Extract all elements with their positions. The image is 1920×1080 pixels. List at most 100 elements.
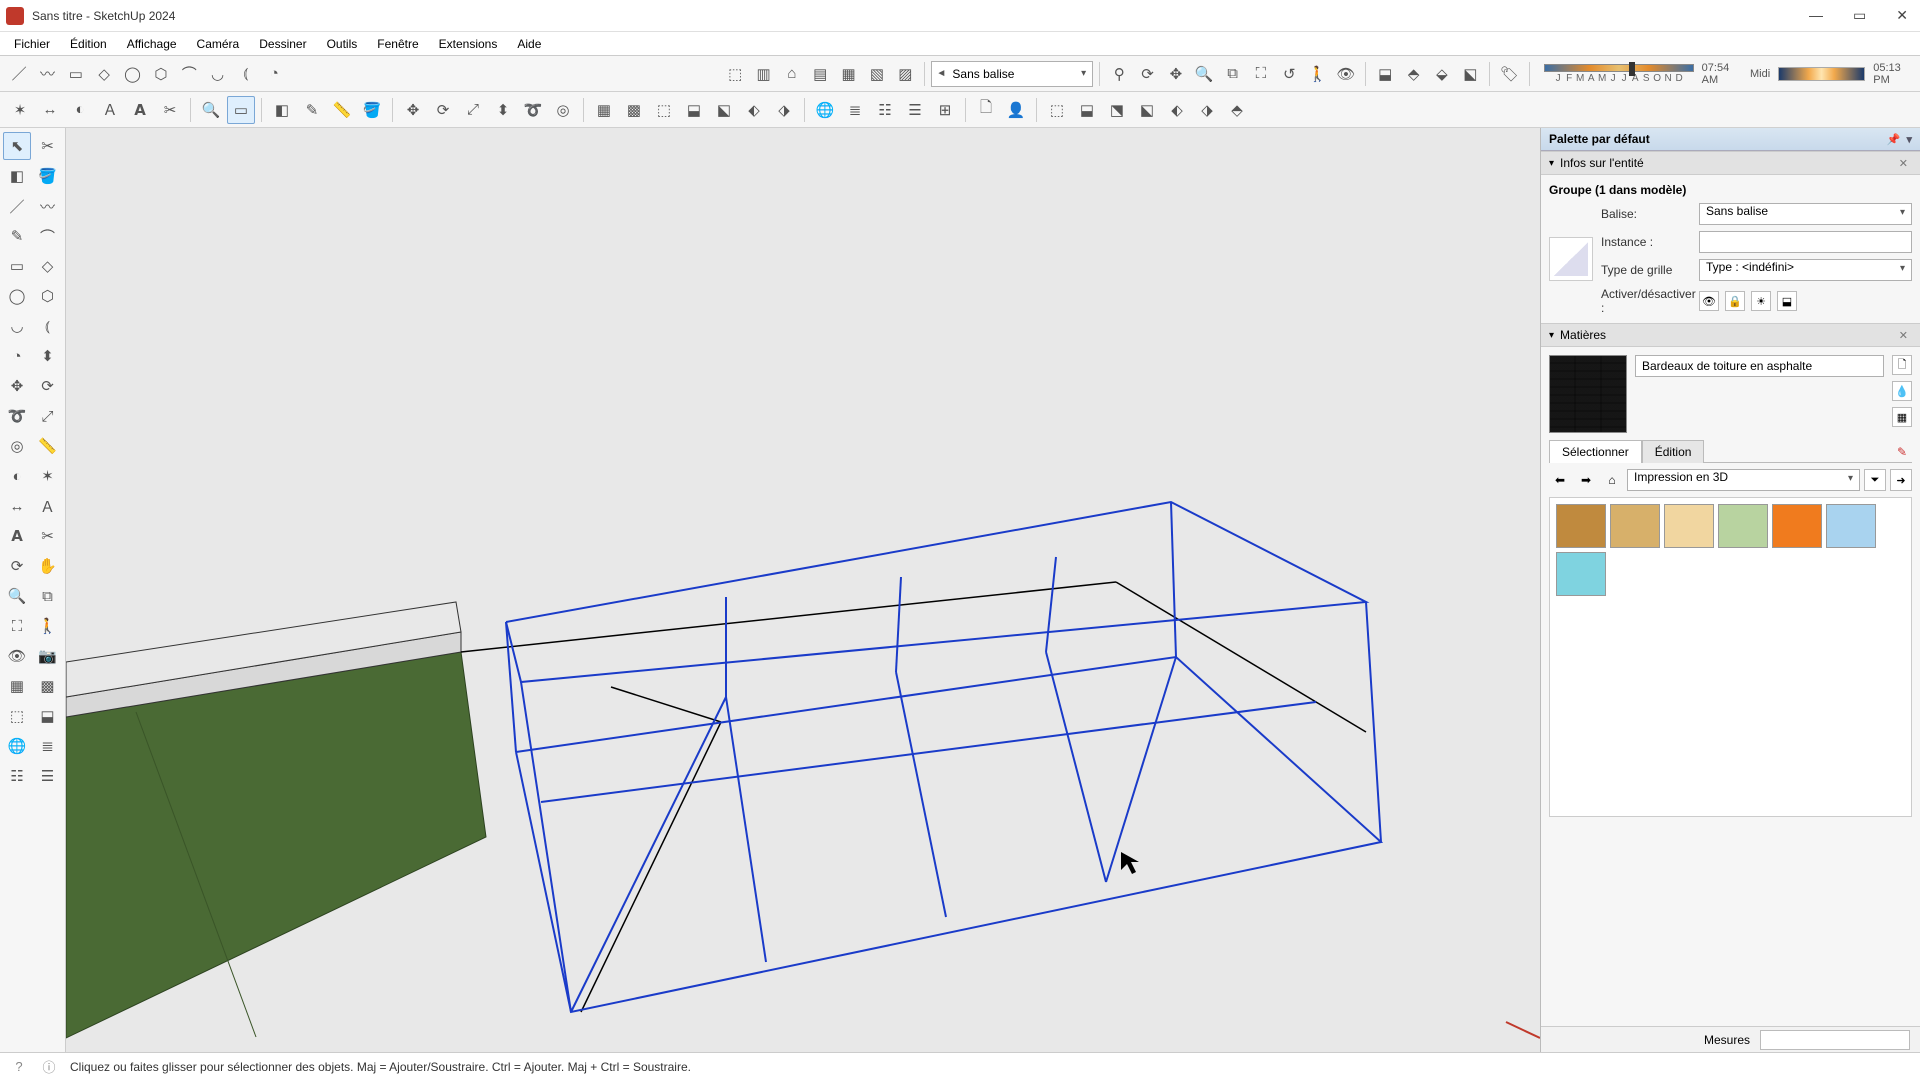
mat-nav-fwd-icon[interactable]: ➡ <box>1575 469 1597 491</box>
union-icon[interactable]: ⬙ <box>1429 60 1455 88</box>
sand1-icon[interactable]: ▦ <box>3 672 31 700</box>
pencil-tool-icon[interactable]: ✎ <box>298 96 326 124</box>
text-tool-icon[interactable]: Ａ <box>96 96 124 124</box>
ext2-icon[interactable]: ⬓ <box>1073 96 1101 124</box>
tray-title[interactable]: Palette par défaut 📌 ▾ <box>1541 128 1920 151</box>
swatch-7[interactable] <box>1556 552 1606 596</box>
scale-icon[interactable]: ⤢ <box>34 402 62 430</box>
prev-view-icon[interactable]: ↺ <box>1276 60 1302 88</box>
orbit-icon[interactable]: ⟳ <box>1134 60 1160 88</box>
layers-icon4[interactable]: ☰ <box>34 762 62 790</box>
layers4-icon[interactable]: ⊞ <box>931 96 959 124</box>
arc3-icon[interactable]: ⦅ <box>34 312 62 340</box>
sand2-icon[interactable]: ▩ <box>34 672 62 700</box>
sand4-icon[interactable]: ⬓ <box>34 702 62 730</box>
menu-outils[interactable]: Outils <box>317 35 368 53</box>
arc2-icon[interactable]: ◡ <box>3 312 31 340</box>
pushpull-icon[interactable]: ⬍ <box>34 342 62 370</box>
sandbox1-icon[interactable]: ▦ <box>590 96 618 124</box>
section-tool-icon[interactable]: ✂ <box>156 96 184 124</box>
pie-tool-icon[interactable]: ◔ <box>261 60 287 88</box>
search-icon[interactable]: 🔍 <box>197 96 225 124</box>
toggle-shadow-icon[interactable]: ☀ <box>1751 291 1771 311</box>
layers3-icon[interactable]: ☰ <box>901 96 929 124</box>
menu-fichier[interactable]: Fichier <box>4 35 60 53</box>
solid6-icon[interactable]: ▧ <box>864 60 890 88</box>
rectangle-tool-icon[interactable]: ▭ <box>63 60 89 88</box>
protractor-tool-icon[interactable]: ◐ <box>66 96 94 124</box>
mat-lib-menu-icon[interactable]: ⏷ <box>1864 469 1886 491</box>
user-icon[interactable]: 👤 <box>1002 96 1030 124</box>
walk-icon2[interactable]: 🚶 <box>34 612 62 640</box>
sandbox6-icon[interactable]: ⬖ <box>740 96 768 124</box>
materials-header[interactable]: ▾ Matières ✕ <box>1541 323 1920 347</box>
sandbox3-icon[interactable]: ⬚ <box>650 96 678 124</box>
tray-menu-icon[interactable]: ▾ <box>1906 133 1912 146</box>
rotrect-icon[interactable]: ◇ <box>34 252 62 280</box>
time-slider[interactable] <box>1778 67 1865 81</box>
rotated-rect-tool-icon[interactable]: ◇ <box>91 60 117 88</box>
sandbox5-icon[interactable]: ⬕ <box>710 96 738 124</box>
toggle-lock-icon[interactable]: 🔒 <box>1725 291 1745 311</box>
swatch-5[interactable] <box>1772 504 1822 548</box>
sand3-icon[interactable]: ⬚ <box>3 702 31 730</box>
select-tool-icon[interactable]: ▭ <box>227 96 255 124</box>
layers-icon2[interactable]: ≣ <box>34 732 62 760</box>
ext1-icon[interactable]: ⬚ <box>1043 96 1071 124</box>
dimension-tool-icon[interactable]: ↔ <box>36 96 64 124</box>
swatch-3[interactable] <box>1664 504 1714 548</box>
layers-icon[interactable]: ≣ <box>841 96 869 124</box>
instance-input[interactable] <box>1699 231 1912 253</box>
entity-info-close[interactable]: ✕ <box>1895 157 1912 170</box>
3dtext-icon[interactable]: 𝗔 <box>3 522 31 550</box>
circle-tool-icon[interactable]: ◯ <box>119 60 145 88</box>
zoom-icon[interactable]: 🔍 <box>1191 60 1217 88</box>
pan-icon[interactable]: ✥ <box>1163 60 1189 88</box>
arc-tool-icon[interactable]: ⌒ <box>176 60 202 88</box>
rotate-tool-icon[interactable]: ⟳ <box>429 96 457 124</box>
mat-lib-send-icon[interactable]: ➜ <box>1890 469 1912 491</box>
menu-dessiner[interactable]: Dessiner <box>249 35 316 53</box>
layers2-icon[interactable]: ☷ <box>871 96 899 124</box>
position-camera-icon[interactable]: ⚲ <box>1106 60 1132 88</box>
arc-icon[interactable]: ⌒ <box>34 222 62 250</box>
rect-icon[interactable]: ▭ <box>3 252 31 280</box>
mat-nav-home-icon[interactable]: ⌂ <box>1601 469 1623 491</box>
tape-tool-icon[interactable]: 📏 <box>328 96 356 124</box>
toggle-cast-icon[interactable]: ⬓ <box>1777 291 1797 311</box>
tag-tool-icon[interactable]: 🏷 <box>1496 60 1522 88</box>
zoom-extents-icon[interactable]: ⛶ <box>1248 60 1274 88</box>
geo-icon[interactable]: 🌐 <box>811 96 839 124</box>
swatch-6[interactable] <box>1826 504 1876 548</box>
materials-tab-select[interactable]: Sélectionner <box>1549 440 1642 463</box>
move-tool-icon[interactable]: ✥ <box>399 96 427 124</box>
ext3-icon[interactable]: ⬔ <box>1103 96 1131 124</box>
3d-viewport[interactable] <box>66 128 1540 1052</box>
materials-close[interactable]: ✕ <box>1895 329 1912 342</box>
select-icon[interactable]: ⬉ <box>3 132 31 160</box>
circle-icon[interactable]: ◯ <box>3 282 31 310</box>
outer-shell-icon[interactable]: ⬓ <box>1372 60 1398 88</box>
zoom-window-icon[interactable]: ⧉ <box>1219 60 1245 88</box>
zoomwin-icon2[interactable]: ⧉ <box>34 582 62 610</box>
subtract-icon[interactable]: ⬕ <box>1457 60 1483 88</box>
grid-type-dropdown[interactable]: Type : <indéfini> <box>1699 259 1912 281</box>
swatch-2[interactable] <box>1610 504 1660 548</box>
freehand-tool-icon[interactable]: 〰 <box>34 60 60 88</box>
entity-info-header[interactable]: ▾ Infos sur l'entité ✕ <box>1541 151 1920 175</box>
solid-icon[interactable]: ⬚ <box>722 60 748 88</box>
3dtext-tool-icon[interactable]: 𝗔 <box>126 96 154 124</box>
sandbox7-icon[interactable]: ⬗ <box>770 96 798 124</box>
rotate-icon[interactable]: ⟳ <box>34 372 62 400</box>
window-close[interactable]: ✕ <box>1890 7 1914 24</box>
measurements-input[interactable] <box>1760 1030 1910 1050</box>
paint-tool-icon[interactable]: 🪣 <box>358 96 386 124</box>
solid5-icon[interactable]: ▦ <box>835 60 861 88</box>
zoomext-icon2[interactable]: ⛶ <box>3 612 31 640</box>
toggle-visible-icon[interactable]: 👁 <box>1699 291 1719 311</box>
material-create-icon[interactable]: 🗋 <box>1892 355 1912 375</box>
axes-tool-icon[interactable]: ✶ <box>6 96 34 124</box>
menu-fenetre[interactable]: Fenêtre <box>367 35 428 53</box>
layers-icon3[interactable]: ☷ <box>3 762 31 790</box>
offset-tool-icon[interactable]: ◎ <box>549 96 577 124</box>
